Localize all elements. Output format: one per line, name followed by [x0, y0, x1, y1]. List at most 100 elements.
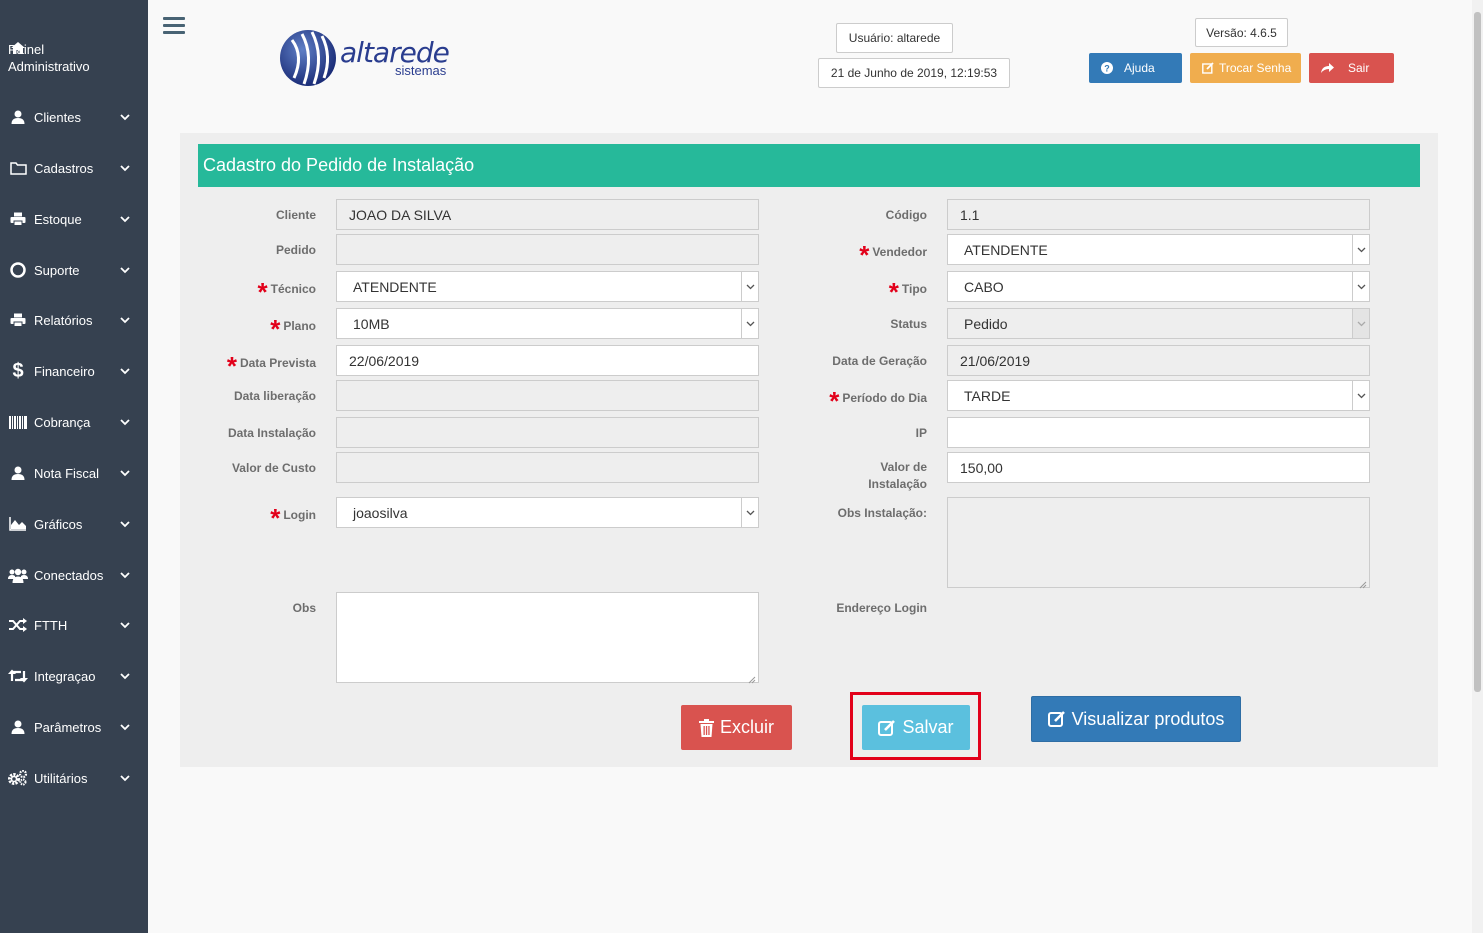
sidebar-item-nota-fiscal[interactable]: Nota Fiscal [0, 453, 148, 493]
help-button[interactable]: ? Ajuda [1089, 53, 1182, 83]
chevron-down-icon [119, 213, 131, 225]
pedido-field[interactable] [336, 234, 759, 265]
question-circle-icon: ? [1100, 61, 1114, 75]
resize-grip-icon[interactable] [748, 672, 756, 684]
endereco-login-label: Endereço Login [836, 601, 927, 615]
data-prevista-label: * Data Prevista [226, 351, 316, 381]
user-icon [8, 717, 28, 737]
chevron-down-icon [741, 498, 758, 527]
plano-select[interactable]: 10MB [336, 308, 759, 339]
chevron-down-icon [119, 416, 131, 428]
sidebar-item-label: Painel Administrativo [8, 42, 90, 74]
dollar-icon: $ [12, 359, 24, 382]
sidebar-item-label: Relatórios [34, 312, 93, 328]
data-instalacao-label: Data Instalação [227, 426, 316, 440]
save-button[interactable]: Salvar [862, 705, 970, 750]
panel-title: Cadastro do Pedido de Instalação [198, 144, 1420, 187]
share-icon [1320, 61, 1334, 75]
cliente-label: Cliente [275, 208, 316, 222]
scrollbar[interactable] [1472, 0, 1483, 933]
data-geracao-field[interactable]: 21/06/2019 [947, 345, 1370, 376]
obs-instalacao-textarea[interactable] [947, 497, 1370, 589]
sidebar-item-utilitarios[interactable]: Utilitários [0, 758, 148, 798]
sidebar-item-integracao[interactable]: Integraçao [0, 656, 148, 696]
resize-grip-icon[interactable] [1359, 577, 1367, 589]
chevron-down-icon [119, 518, 131, 530]
sidebar-item-suporte[interactable]: Suporte [0, 250, 148, 290]
sidebar-item-label: Gráficos [34, 516, 83, 532]
sidebar-item-painel[interactable]: Painel Administrativo [0, 38, 148, 78]
sidebar-item-clientes[interactable]: Clientes [0, 97, 148, 137]
tipo-select[interactable]: CABO [947, 271, 1370, 302]
edit-icon [1047, 710, 1066, 728]
delete-button-label: Excluir [719, 717, 774, 737]
valor-custo-field[interactable] [336, 452, 759, 483]
chevron-down-icon [741, 272, 758, 301]
folder-icon [8, 158, 28, 178]
edit-icon [1201, 61, 1215, 75]
scrollbar-thumb[interactable] [1474, 12, 1481, 692]
view-products-button-label: Visualizar produtos [1071, 708, 1225, 729]
chevron-down-icon [119, 314, 131, 326]
sidebar-item-label: Parâmetros [34, 719, 102, 735]
sidebar-item-label: Estoque [34, 211, 82, 227]
sidebar-item-relatorios[interactable]: Relatórios [0, 300, 148, 340]
logout-label: Sair [1348, 61, 1370, 75]
sidebar-item-conectados[interactable]: Conectados [0, 555, 148, 595]
obs-label: Obs [292, 601, 316, 615]
change-password-button[interactable]: Trocar Senha [1190, 53, 1301, 83]
tipo-label: * Tipo [888, 277, 927, 307]
data-liberacao-field[interactable] [336, 380, 759, 411]
sidebar-item-cadastros[interactable]: Cadastros [0, 148, 148, 188]
sidebar-item-graficos[interactable]: Gráficos [0, 504, 148, 544]
required-asterisk-icon: * [226, 351, 237, 381]
ip-field[interactable] [947, 417, 1370, 448]
delete-button[interactable]: Excluir [681, 705, 792, 750]
sidebar-item-label: Conectados [34, 567, 104, 583]
vendedor-select[interactable]: ATENDENTE [947, 234, 1370, 265]
tecnico-select[interactable]: ATENDENTE [336, 271, 759, 302]
login-label: * Login [270, 503, 316, 533]
valor-custo-label: Valor de Custo [231, 461, 316, 475]
sidebar-item-parametros[interactable]: Parâmetros [0, 707, 148, 747]
sidebar-item-financeiro[interactable]: $ Financeiro [0, 351, 148, 391]
printer-icon [8, 209, 28, 229]
data-prevista-field[interactable]: 22/06/2019 [336, 345, 759, 376]
required-asterisk-icon: * [888, 277, 899, 307]
valor-instalacao-field[interactable]: 150,00 [947, 452, 1370, 483]
chevron-down-icon [741, 309, 758, 338]
plano-label: * Plano [270, 314, 316, 344]
sidebar-item-label: Cobrança [34, 414, 91, 430]
vendedor-label: * Vendedor [859, 240, 927, 270]
cliente-field[interactable]: JOAO DA SILVA [336, 199, 759, 230]
data-instalacao-field[interactable] [336, 417, 759, 448]
obs-textarea[interactable] [336, 592, 759, 684]
sidebar-item-ftth[interactable]: FTTH [0, 605, 148, 645]
logout-button[interactable]: Sair [1309, 53, 1394, 83]
sidebar-item-label: Clientes [34, 109, 81, 125]
sidebar-item-cobranca[interactable]: Cobrança [0, 402, 148, 442]
codigo-field[interactable]: 1.1 [947, 199, 1370, 230]
view-products-button[interactable]: Visualizar produtos [1031, 696, 1241, 742]
sidebar-item-label: Utilitários [34, 770, 88, 786]
sidebar-item-estoque[interactable]: Estoque [0, 199, 148, 239]
retweet-icon [8, 666, 28, 686]
required-asterisk-icon: * [257, 277, 268, 307]
chevron-down-icon [1352, 272, 1369, 301]
status-label: Status [890, 317, 927, 331]
required-asterisk-icon: * [270, 314, 281, 344]
valor-instalacao-label: Valor de Instalação [868, 460, 927, 491]
chevron-down-icon [1352, 381, 1369, 410]
help-button-label: Ajuda [1124, 61, 1155, 75]
chevron-down-icon [119, 264, 131, 276]
menu-toggle-icon[interactable] [163, 17, 185, 35]
sidebar-item-label: Integraçao [34, 668, 96, 684]
datetime-display: 21 de Junho de 2019, 12:19:53 [818, 58, 1010, 88]
sidebar-item-label: FTTH [34, 617, 68, 633]
status-select[interactable]: Pedido [947, 308, 1370, 339]
periodo-select[interactable]: TARDE [947, 380, 1370, 411]
ip-label: IP [915, 426, 927, 440]
form-panel: Cadastro do Pedido de Instalação Cliente… [180, 133, 1438, 767]
sidebar-item-label: Nota Fiscal [34, 465, 100, 481]
login-select[interactable]: joaosilva [336, 497, 759, 528]
